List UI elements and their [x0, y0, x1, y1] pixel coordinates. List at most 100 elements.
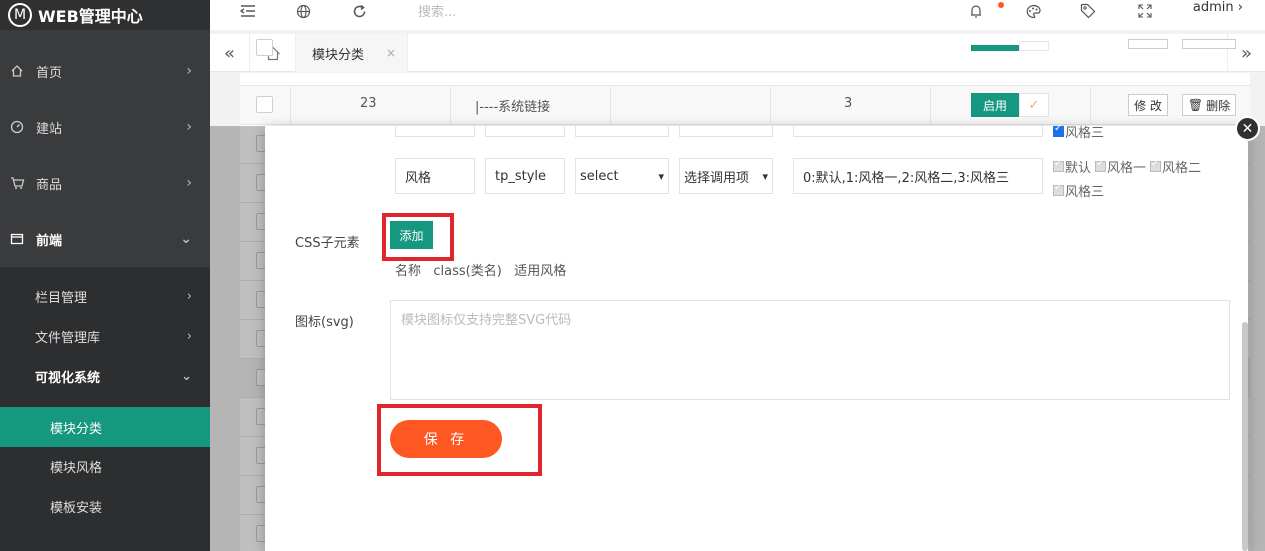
sidebar-item-label: 商品 [36, 177, 63, 193]
style-checkbox-group: 默认 风格一 风格二 [1053, 157, 1201, 176]
chevron-down-icon: ⌄ [180, 231, 192, 247]
field-key-input[interactable]: tp_style [485, 158, 565, 194]
enable-button-partial[interactable] [971, 45, 1019, 51]
field-options-input-partial[interactable] [793, 126, 1043, 137]
icon-svg-label: 图标(svg) [295, 315, 354, 330]
sidebar-item-column[interactable]: 栏目管理 › [0, 276, 210, 316]
highlight-box-add [382, 213, 454, 261]
highlight-box-save [377, 404, 542, 476]
cart-icon [10, 176, 28, 190]
logo-mark: M [8, 3, 32, 27]
chevron-right-icon: › [186, 328, 192, 344]
refresh-icon[interactable] [352, 0, 367, 22]
sidebar-item-label: 可视化系统 [35, 370, 101, 386]
field-call-select-partial[interactable] [679, 126, 773, 137]
palette-icon[interactable] [1025, 0, 1042, 22]
style-checkbox[interactable]: 风格三 [1053, 122, 1104, 141]
sidebar-item-files[interactable]: 文件管理库 › [0, 316, 210, 356]
topbar: 搜索... admin › [210, 0, 1265, 30]
style-checkbox[interactable]: 风格三 [1053, 181, 1104, 200]
css-children-label: CSS子元素 [295, 236, 360, 251]
chevron-right-icon: › [186, 119, 192, 135]
checkbox[interactable] [1053, 182, 1064, 196]
checkbox[interactable] [1095, 158, 1107, 172]
select-value: select [580, 168, 619, 184]
delete-button[interactable]: 🗑 删除 [1182, 94, 1236, 116]
chevron-right-icon: › [1237, 0, 1243, 15]
collapse-menu-icon[interactable] [240, 0, 256, 22]
table-row: 23 |----系统链接 3 启用 ✓ 修 改 🗑 删除 [240, 86, 1250, 125]
close-icon[interactable]: ✕ [1235, 116, 1260, 141]
field-type-select[interactable]: select ▾ [575, 158, 669, 194]
check-button-partial[interactable] [1019, 41, 1049, 51]
field-name-input[interactable]: 风格 [395, 158, 475, 194]
field-options-input[interactable]: 0:默认,1:风格一,2:风格二,3:风格三 [793, 158, 1043, 194]
sidebar-item-label: 模块分类 [50, 421, 103, 437]
tag-icon[interactable] [1080, 0, 1096, 22]
sidebar-item-label: 前端 [36, 233, 63, 249]
globe-icon[interactable] [296, 0, 311, 22]
row-id: 23 [360, 96, 377, 111]
delete-button-partial[interactable] [1182, 39, 1236, 49]
sidebar-item-label: 模板安装 [50, 500, 103, 516]
app-title: WEB管理中心 [38, 7, 143, 26]
sidebar-item-goods[interactable]: 商品 › [0, 155, 210, 211]
row-checkbox[interactable] [256, 96, 273, 113]
home-icon [10, 64, 28, 78]
field-call-select[interactable]: 选择调用项 ▾ [679, 158, 773, 194]
delete-label: 删除 [1206, 98, 1231, 113]
enable-button[interactable]: 启用 [971, 93, 1019, 117]
field-key-input-partial[interactable] [485, 126, 565, 137]
checkbox-label: 风格二 [1162, 161, 1202, 176]
select-value: 选择调用项 [684, 170, 750, 186]
sidebar-item-frontend[interactable]: 前端 ⌄ [0, 211, 210, 267]
search-input[interactable]: 搜索... [418, 1, 456, 20]
bell-icon[interactable] [969, 0, 983, 22]
sidebar-item-label: 首页 [36, 65, 63, 81]
dashboard-icon [10, 120, 28, 134]
sidebar-item-build[interactable]: 建站 › [0, 99, 210, 155]
sidebar: M WEB管理中心 首页 › 建站 › 商品 › 前端 ⌄ 栏目管理 › 文件管… [0, 0, 210, 551]
sidebar-item-label: 模块风格 [50, 460, 103, 476]
notification-dot [998, 2, 1004, 8]
modal-scrollbar-thumb[interactable] [1242, 322, 1248, 551]
window-icon [10, 232, 28, 246]
sidebar-item-visual[interactable]: 可视化系统 ⌄ [0, 356, 210, 396]
username: admin [1192, 0, 1234, 15]
user-menu[interactable]: admin › [1193, 0, 1243, 15]
checkbox[interactable] [1053, 158, 1064, 172]
table-row [240, 39, 1250, 86]
edit-button-partial[interactable] [1128, 39, 1168, 49]
sidebar-item-label: 建站 [36, 121, 63, 137]
row-count: 3 [844, 96, 853, 111]
trash-icon: 🗑 [1187, 98, 1204, 112]
sidebar-item-label: 文件管理库 [35, 330, 101, 346]
chevron-right-icon: › [186, 288, 192, 304]
sidebar-item-module-category[interactable]: 模块分类 [0, 407, 210, 447]
chevron-down-icon: ⌄ [181, 368, 192, 384]
sidebar-item-label: 栏目管理 [35, 290, 88, 306]
check-icon[interactable]: ✓ [1019, 93, 1049, 117]
chevron-right-icon: › [186, 63, 192, 79]
row-name: |----系统链接 [475, 100, 551, 115]
checkbox[interactable] [1150, 158, 1162, 172]
fullscreen-icon[interactable] [1138, 0, 1152, 22]
field-name-input-partial[interactable] [395, 126, 475, 137]
field-type-select-partial[interactable] [575, 126, 669, 137]
logo: M WEB管理中心 [0, 0, 210, 30]
chevron-down-icon: ▾ [658, 169, 664, 183]
row-checkbox[interactable] [256, 39, 273, 56]
css-children-hint: 名称 class(类名) 适用风格 [395, 264, 567, 279]
sidebar-item-module-style[interactable]: 模块风格 [0, 446, 210, 486]
sidebar-item-home[interactable]: 首页 › [0, 43, 210, 99]
icon-svg-textarea[interactable]: 模块图标仅支持完整SVG代码 [390, 300, 1230, 400]
checkbox-label: 默认 [1065, 161, 1092, 176]
sidebar-item-template-install[interactable]: 模板安装 [0, 486, 210, 526]
sidebar-submenu: 栏目管理 › 文件管理库 › 可视化系统 ⌄ 模块分类 模块风格 模板安装 [0, 267, 210, 551]
checkbox-checked[interactable] [1053, 123, 1064, 137]
chevron-right-icon: › [186, 175, 192, 191]
checkbox-label: 风格三 [1065, 126, 1105, 141]
chevron-down-icon: ▾ [762, 169, 768, 183]
edit-button[interactable]: 修 改 [1128, 94, 1168, 116]
checkbox-label: 风格三 [1065, 185, 1105, 200]
